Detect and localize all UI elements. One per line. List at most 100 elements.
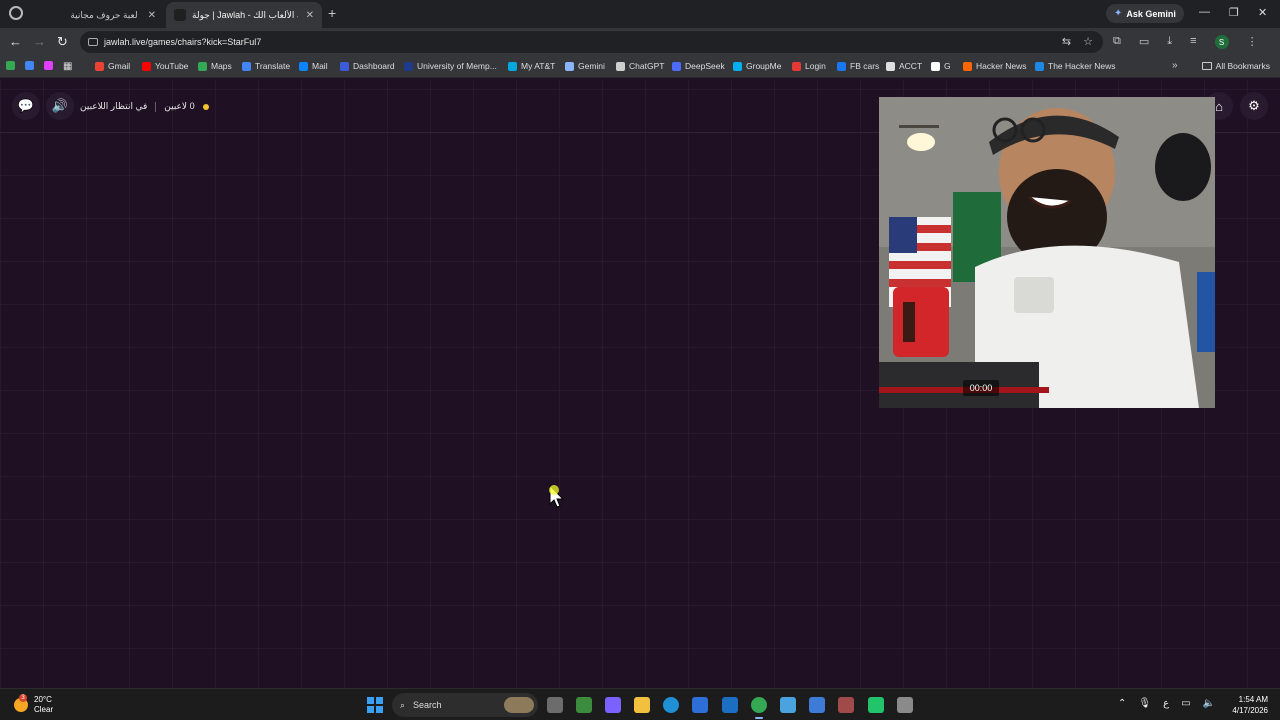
ask-gemini-button[interactable]: ✦ Ask Gemini — [1106, 4, 1184, 23]
messenger-app-icon[interactable] — [868, 697, 884, 713]
bookmark-item[interactable]: Mail — [299, 61, 328, 71]
search-icon: ⌕ — [400, 699, 406, 710]
bookmark-item[interactable]: G — [931, 61, 951, 71]
edge-icon[interactable] — [663, 697, 679, 713]
address-bar[interactable]: jawlah.live/games/chairs?kick=StarFul7 ⇆… — [80, 31, 1103, 53]
taskbar-search[interactable]: ⌕ Search — [392, 693, 538, 717]
download-icon[interactable]: ⤓ — [1167, 35, 1172, 49]
chat-button[interactable]: 💬 — [12, 92, 40, 120]
bookmark-app-icon[interactable] — [6, 61, 15, 70]
bookmark-item[interactable]: DeepSeek — [672, 61, 725, 71]
back-icon[interactable]: ← — [9, 34, 22, 49]
players-count: 0 لاعبين — [164, 101, 195, 111]
webcam-overlay[interactable]: 00:00 — [879, 97, 1215, 408]
bookmark-app-icon[interactable] — [25, 61, 34, 70]
bookmark-favicon-icon — [198, 61, 207, 71]
minecraft-icon[interactable] — [576, 697, 592, 713]
tab-search-icon[interactable] — [9, 6, 23, 20]
display-icon[interactable]: ▭ — [1181, 698, 1190, 709]
restore-window-icon[interactable]: ❐ — [1229, 6, 1239, 19]
status-dot-icon — [202, 103, 209, 110]
profile-avatar[interactable]: S — [1214, 35, 1229, 49]
bookmark-item[interactable]: The Hacker News — [1035, 61, 1116, 71]
language-indicator[interactable]: ع — [1163, 698, 1169, 709]
bookmark-item[interactable]: Maps — [198, 61, 232, 71]
bookmark-item[interactable]: ACCT — [886, 61, 922, 71]
browser-tab-strip: لعبة حروف مجانية ✕ جولة | Jawlah - منصة … — [0, 0, 1280, 28]
translate-icon[interactable]: ⇆ — [1062, 35, 1071, 48]
mouse-cursor-icon — [549, 485, 565, 508]
waiting-status: في انتظار اللاعبين — [80, 101, 148, 111]
bookmark-label: University of Memp... — [417, 61, 497, 71]
bookmark-item[interactable]: Dashboard — [340, 61, 395, 71]
bookmark-label: YouTube — [155, 61, 189, 71]
more-bookmarks-icon[interactable]: » — [1172, 60, 1178, 71]
bookmark-item[interactable]: My AT&T — [508, 61, 555, 71]
bookmark-favicon-icon — [963, 61, 972, 71]
clock[interactable]: 1:54 AM 4/17/2026 — [1232, 694, 1268, 716]
close-window-icon[interactable]: ✕ — [1258, 6, 1267, 19]
bookmark-favicon-icon — [837, 61, 846, 71]
bookmark-item[interactable]: FB cars — [837, 61, 879, 71]
settings-button[interactable]: ⚙ — [1240, 92, 1268, 120]
bookmark-label: Gmail — [108, 61, 131, 71]
camera-icon[interactable] — [897, 697, 913, 713]
close-tab-icon[interactable]: ✕ — [306, 10, 314, 21]
forward-icon[interactable]: → — [33, 34, 46, 49]
search-label: Search — [413, 700, 442, 710]
gear-icon: ⚙ — [1248, 98, 1260, 113]
weather-badge: 3 — [19, 694, 27, 702]
task-view-icon[interactable] — [547, 697, 563, 713]
bookmark-item[interactable]: GroupMe — [733, 61, 781, 71]
bookmark-app-icon[interactable] — [44, 61, 53, 70]
bookmark-item[interactable]: Login — [792, 61, 826, 71]
bookmark-item[interactable]: YouTube — [142, 61, 188, 71]
volume-icon[interactable]: 🔈 — [1203, 698, 1215, 709]
photos-icon[interactable] — [780, 697, 796, 713]
notepad-icon[interactable] — [809, 697, 825, 713]
microphone-icon[interactable]: 🎙 — [1138, 698, 1151, 709]
extensions-icon[interactable]: ⧉ — [1113, 35, 1121, 49]
chrome-icon[interactable] — [751, 697, 767, 719]
file-explorer-icon[interactable] — [634, 697, 650, 713]
tab-jawlah[interactable]: جولة | Jawlah - منصة الألعاب الك ✕ — [166, 2, 322, 28]
system-tray: ⌃ 🎙 ع ▭ 🔈 — [1118, 698, 1215, 709]
bookmark-item[interactable]: ChatGPT — [616, 61, 664, 71]
media-icon[interactable]: ≡ — [1190, 35, 1196, 49]
outlook-icon[interactable] — [722, 697, 738, 713]
site-info-icon[interactable] — [88, 38, 98, 46]
bookmark-favicon-icon — [1035, 61, 1044, 71]
bookmark-label: Gemini — [578, 61, 605, 71]
bookmark-item[interactable]: Hacker News — [963, 61, 1027, 71]
menu-icon[interactable]: ⋮ — [1247, 35, 1258, 49]
bookmark-label: Hacker News — [976, 61, 1027, 71]
bookmark-item[interactable]: Gemini — [565, 61, 605, 71]
bookmark-favicon-icon — [242, 61, 251, 71]
minimize-window-icon[interactable]: — — [1199, 6, 1210, 18]
start-button[interactable] — [367, 697, 383, 713]
bookmark-item[interactable]: Translate — [242, 61, 290, 71]
chevron-up-icon[interactable]: ⌃ — [1118, 698, 1126, 709]
all-bookmarks-button[interactable]: All Bookmarks — [1201, 61, 1270, 71]
tab-huroof[interactable]: لعبة حروف مجانية ✕ — [60, 2, 164, 28]
new-tab-button[interactable]: + — [328, 5, 336, 21]
sound-button[interactable]: 🔊 — [46, 92, 74, 120]
close-tab-icon[interactable]: ✕ — [148, 10, 156, 21]
tab-title: جولة | Jawlah - منصة الألعاب الك — [192, 9, 298, 20]
url-text: jawlah.live/games/chairs?kick=StarFul7 — [104, 37, 262, 47]
search-highlight-art — [504, 697, 534, 713]
reload-icon[interactable]: ↻ — [57, 34, 68, 50]
apps-grid-icon[interactable]: ▦ — [63, 61, 72, 72]
bookmark-favicon-icon — [672, 61, 681, 71]
divider — [155, 101, 157, 112]
weather-widget[interactable]: 3 20°C Clear — [14, 694, 53, 715]
microsoft-store-icon[interactable] — [692, 697, 708, 713]
app-icon[interactable] — [838, 697, 854, 713]
bookmark-item[interactable]: University of Memp... — [404, 61, 497, 71]
cast-icon[interactable]: ▭ — [1139, 35, 1149, 49]
bookmark-star-icon[interactable]: ☆ — [1083, 35, 1093, 48]
bookmark-item[interactable]: Gmail — [95, 61, 130, 71]
copilot-icon[interactable] — [605, 697, 621, 713]
bookmark-label: My AT&T — [521, 61, 556, 71]
bookmark-favicon-icon — [792, 61, 801, 71]
